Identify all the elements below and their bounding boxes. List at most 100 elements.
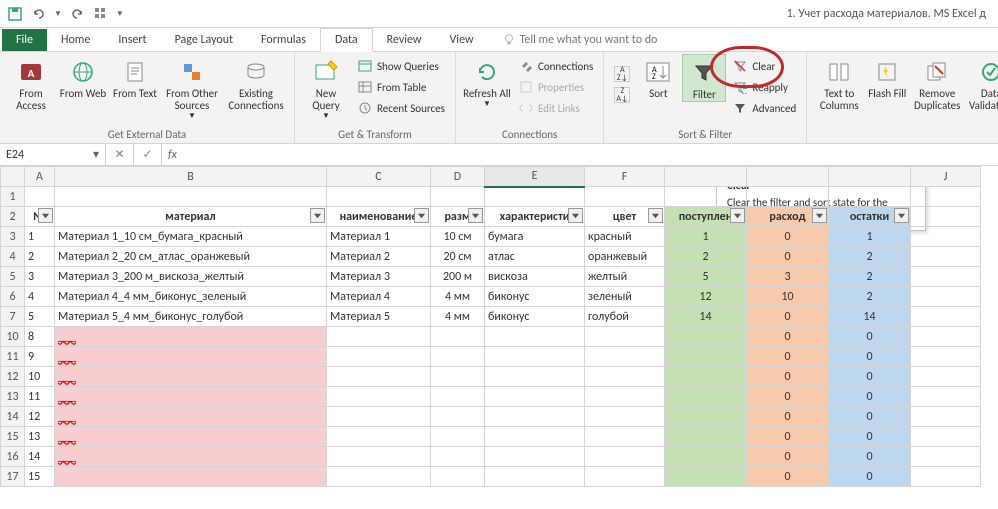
cell[interactable]: 2 <box>829 247 911 267</box>
cell[interactable] <box>585 387 665 407</box>
cell[interactable] <box>327 467 431 487</box>
cell[interactable]: Материал 5_4 мм_биконус_голубой <box>55 307 327 327</box>
cell[interactable]: 4 мм <box>431 287 485 307</box>
cell[interactable] <box>665 367 747 387</box>
cell[interactable]: ___ <box>55 447 327 467</box>
cell[interactable]: 14 <box>25 447 55 467</box>
cell[interactable] <box>911 347 981 367</box>
cell[interactable] <box>665 387 747 407</box>
column-header-I[interactable] <box>829 167 911 187</box>
filter-dropdown-icon[interactable] <box>894 208 909 223</box>
tab-insert[interactable]: Insert <box>104 29 160 51</box>
cell[interactable]: 1 <box>665 227 747 247</box>
advanced-button[interactable]: Advanced <box>728 98 800 118</box>
cell[interactable] <box>431 187 485 207</box>
table-header-cell[interactable]: № <box>25 207 55 227</box>
cell[interactable]: 200 м <box>431 267 485 287</box>
filter-dropdown-icon[interactable] <box>38 208 53 223</box>
tab-review[interactable]: Review <box>373 29 436 51</box>
cell[interactable]: 20 см <box>431 247 485 267</box>
dropdown-icon[interactable]: ▾ <box>93 147 99 162</box>
sort-za-button[interactable]: ZA↓ <box>610 85 634 105</box>
cell[interactable]: 0 <box>747 467 829 487</box>
cell[interactable] <box>327 367 431 387</box>
cell[interactable]: 10 см <box>431 227 485 247</box>
cell[interactable]: 0 <box>747 367 829 387</box>
column-header-F[interactable]: F <box>585 167 665 187</box>
cell[interactable] <box>431 467 485 487</box>
cell[interactable] <box>829 187 911 207</box>
cell[interactable] <box>585 427 665 447</box>
table-header-cell[interactable]: материал <box>55 207 327 227</box>
cell[interactable]: 9 <box>25 347 55 367</box>
cell[interactable] <box>431 387 485 407</box>
cell[interactable] <box>911 327 981 347</box>
cell[interactable] <box>585 407 665 427</box>
cell[interactable]: 15 <box>25 467 55 487</box>
row-header[interactable]: 11 <box>1 347 25 367</box>
formula-input[interactable] <box>183 144 998 165</box>
cell[interactable]: Материал 3_200 м_вискоза_желтый <box>55 267 327 287</box>
cell[interactable] <box>431 327 485 347</box>
table-header-cell[interactable]: характеристи <box>485 207 585 227</box>
cell[interactable]: 3 <box>747 267 829 287</box>
cell[interactable]: 0 <box>829 407 911 427</box>
cell[interactable]: 0 <box>829 447 911 467</box>
table-header-cell[interactable]: остатки <box>829 207 911 227</box>
cell[interactable] <box>585 447 665 467</box>
cell[interactable]: Материал 4_4 мм_биконус_зеленый <box>55 287 327 307</box>
cell[interactable]: 5 <box>665 267 747 287</box>
column-header-B[interactable]: B <box>55 167 327 187</box>
cell[interactable]: 2 <box>25 247 55 267</box>
cell[interactable]: 0 <box>747 227 829 247</box>
from-access-button[interactable]: AFrom Access <box>6 54 56 112</box>
save-icon[interactable] <box>6 5 24 23</box>
tab-home[interactable]: Home <box>47 29 104 51</box>
filter-dropdown-icon[interactable] <box>812 208 827 223</box>
new-query-button[interactable]: New Query▼ <box>301 54 351 121</box>
cell[interactable]: 14 <box>665 307 747 327</box>
tell-me-search[interactable]: Tell me what you want to do <box>488 29 672 51</box>
cell[interactable] <box>911 387 981 407</box>
table-header-cell[interactable]: наименование <box>327 207 431 227</box>
cell[interactable]: 11 <box>25 387 55 407</box>
tab-formulas[interactable]: Formulas <box>247 29 320 51</box>
cell[interactable] <box>585 187 665 207</box>
cell[interactable]: 2 <box>829 267 911 287</box>
column-header-H[interactable] <box>747 167 829 187</box>
cell[interactable] <box>431 347 485 367</box>
filter-dropdown-icon[interactable] <box>310 208 325 223</box>
cell[interactable]: Материал 2 <box>327 247 431 267</box>
cell[interactable] <box>431 427 485 447</box>
cell[interactable] <box>911 367 981 387</box>
cell[interactable]: оранжевый <box>585 247 665 267</box>
cell[interactable]: голубой <box>585 307 665 327</box>
cell[interactable] <box>485 447 585 467</box>
row-header[interactable]: 14 <box>1 407 25 427</box>
from-text-button[interactable]: From Text <box>110 54 160 100</box>
refresh-all-button[interactable]: Refresh All▼ <box>462 54 512 109</box>
cell[interactable]: бумага <box>485 227 585 247</box>
cell[interactable]: 3 <box>25 267 55 287</box>
cell[interactable]: 5 <box>25 307 55 327</box>
cell[interactable]: 0 <box>829 327 911 347</box>
enter-formula-button[interactable]: ✓ <box>134 144 162 165</box>
undo-icon[interactable] <box>30 5 48 23</box>
cell[interactable] <box>485 427 585 447</box>
remove-duplicates-button[interactable]: Remove Duplicates <box>909 54 965 112</box>
recent-sources-button[interactable]: Recent Sources <box>353 98 449 118</box>
cell[interactable] <box>911 447 981 467</box>
cell[interactable]: 4 <box>25 287 55 307</box>
cancel-formula-button[interactable]: ✕ <box>106 144 134 165</box>
row-header[interactable]: 5 <box>1 267 25 287</box>
cell[interactable]: желтый <box>585 267 665 287</box>
tab-data[interactable]: Data <box>320 28 373 52</box>
existing-connections-button[interactable]: Existing Connections <box>224 54 288 112</box>
cell[interactable] <box>911 307 981 327</box>
redo-icon[interactable] <box>68 5 86 23</box>
cell[interactable]: 0 <box>747 347 829 367</box>
cell[interactable] <box>55 187 327 207</box>
table-header-cell[interactable]: разм <box>431 207 485 227</box>
cell[interactable]: 13 <box>25 427 55 447</box>
cell[interactable] <box>585 347 665 367</box>
